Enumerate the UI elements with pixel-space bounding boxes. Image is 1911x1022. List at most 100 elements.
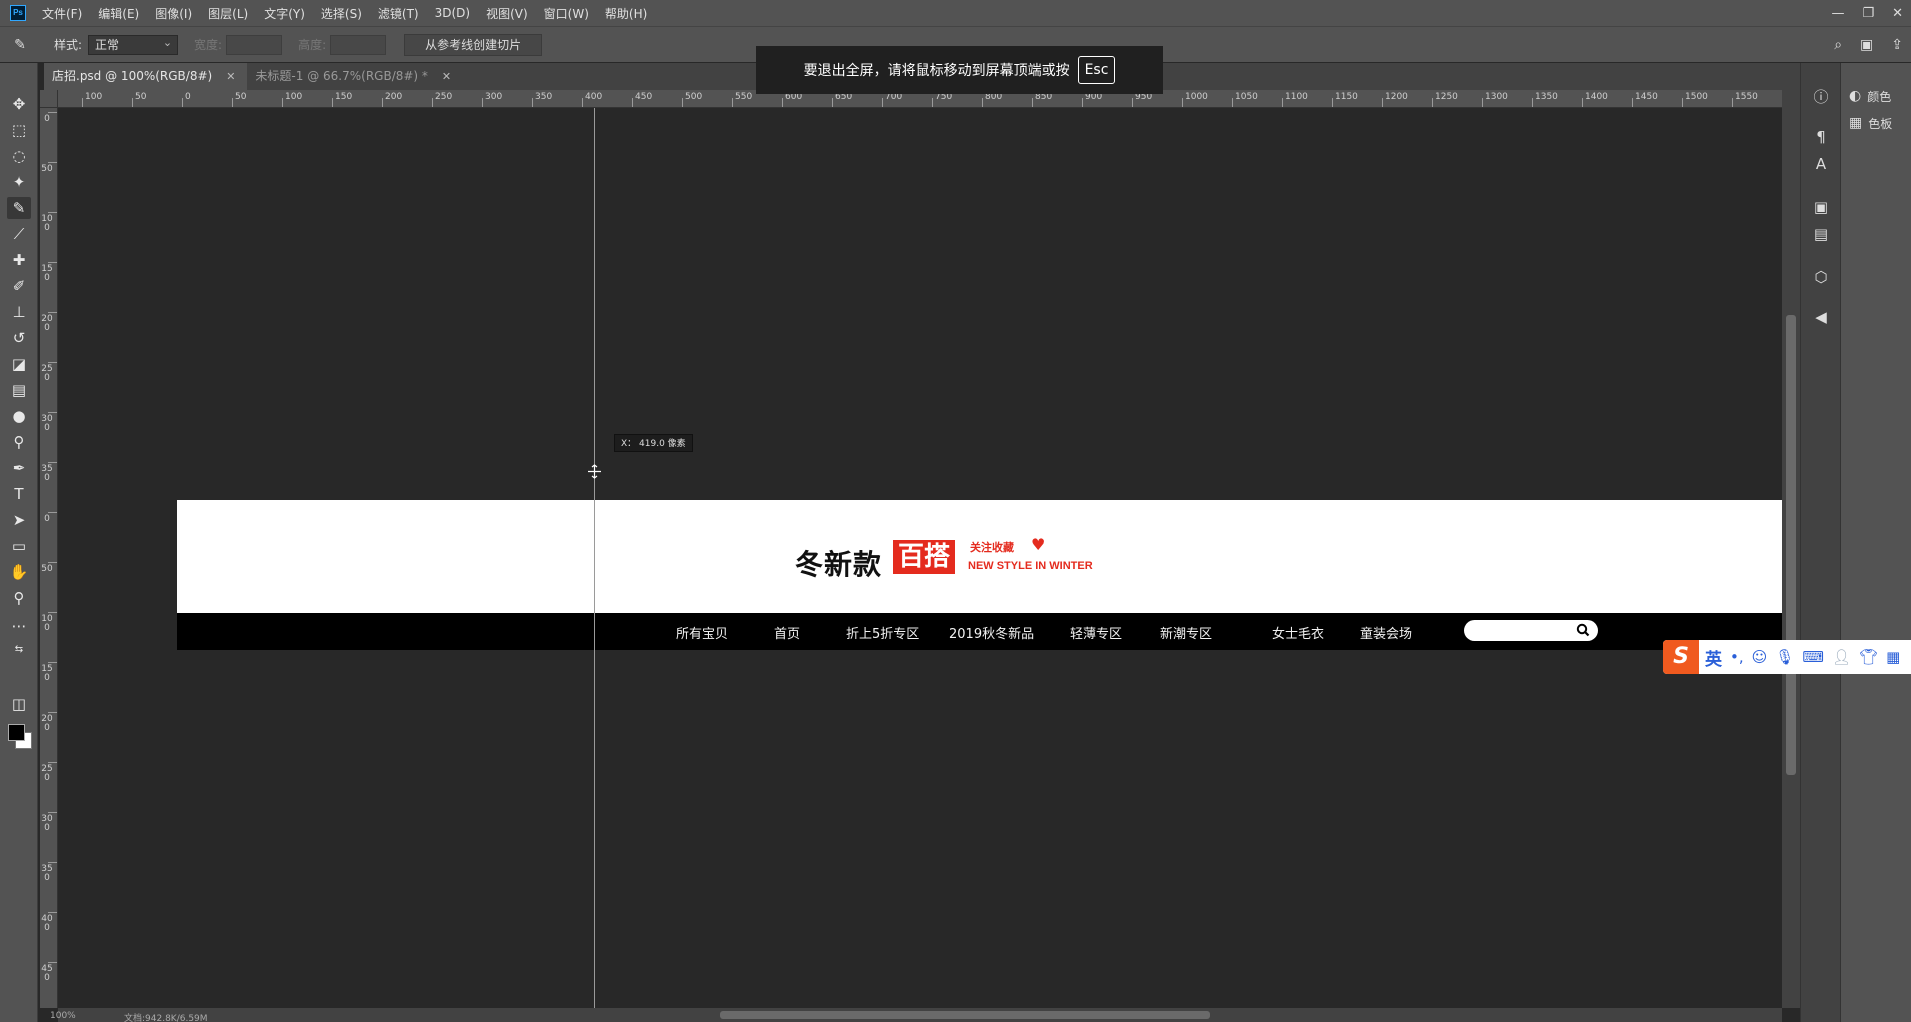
menu-help[interactable]: 帮助(H): [605, 5, 647, 22]
notes-icon[interactable]: ▤: [1809, 223, 1833, 245]
sogou-logo[interactable]: S: [1663, 640, 1699, 674]
pen-tool-icon[interactable]: ✒: [7, 457, 31, 479]
ruler-label: 250: [41, 364, 53, 383]
ruler-tick: [82, 98, 83, 107]
close-icon[interactable]: ✕: [226, 63, 235, 90]
menu-view[interactable]: 视图(V): [486, 5, 528, 22]
ruler-origin[interactable]: [40, 90, 58, 108]
ruler-tick: [1732, 98, 1733, 107]
punctuation-icon[interactable]: •,: [1730, 648, 1744, 666]
vertical-scrollbar[interactable]: [1782, 90, 1800, 1008]
lasso-tool-icon[interactable]: ◌: [7, 145, 31, 167]
magic-wand-tool-icon[interactable]: ✦: [7, 171, 31, 193]
vertical-guide[interactable]: [594, 108, 595, 1008]
gradient-tool-icon[interactable]: ▤: [7, 379, 31, 401]
ruler-label: 1150: [1335, 92, 1358, 102]
nav-item-trendy: 新潮专区: [1160, 627, 1213, 642]
ruler-tick: [1332, 98, 1333, 107]
ruler-label: 1200: [1385, 92, 1408, 102]
close-window-button[interactable]: ✕: [1892, 6, 1903, 21]
ruler-label: 200: [41, 714, 53, 733]
grid-icon[interactable]: ▦: [1886, 648, 1900, 666]
panel-color[interactable]: ◐ 颜色: [1849, 85, 1891, 107]
horizontal-scroll-thumb[interactable]: [720, 1011, 1210, 1019]
slice-tool-icon[interactable]: ✎: [7, 197, 31, 219]
guide-position-tooltip: X： 419.0 像素: [614, 434, 693, 452]
menu-3d[interactable]: 3D(D): [435, 6, 470, 20]
tab-document-2[interactable]: 未标题-1 @ 66.7%(RGB/8#) * ✕: [247, 63, 463, 90]
menu-image[interactable]: 图像(I): [155, 5, 192, 22]
search-icon[interactable]: ⌕: [1834, 37, 1842, 53]
menu-file[interactable]: 文件(F): [42, 5, 82, 22]
close-icon[interactable]: ✕: [442, 63, 451, 90]
ruler-tick: [1582, 98, 1583, 107]
ruler-label: 100: [41, 614, 53, 633]
banner-nav-bar: 所有宝贝 首页 折上5折专区 2019秋冬新品 轻薄专区 新潮专区 女士毛衣 童…: [177, 613, 1782, 650]
eraser-tool-icon[interactable]: ◪: [7, 353, 31, 375]
zoom-level[interactable]: 100%: [50, 1011, 76, 1021]
minimize-button[interactable]: —: [1831, 6, 1844, 21]
microphone-icon[interactable]: 🎙︎: [1775, 648, 1794, 666]
reset-colors-icon[interactable]: ⇆: [7, 639, 31, 661]
shirt-icon[interactable]: 👕︎: [1859, 648, 1878, 666]
height-label: 高度:: [298, 38, 327, 52]
healing-brush-tool-icon[interactable]: ✚: [7, 249, 31, 271]
panel-swatches-label: 色板: [1868, 116, 1893, 131]
measurement-icon[interactable]: ◀: [1809, 306, 1833, 328]
height-field: [330, 34, 387, 55]
quick-mask-icon[interactable]: ◫: [7, 693, 31, 715]
ruler-label: 1000: [1185, 92, 1208, 102]
ruler-label: 50: [135, 92, 147, 102]
properties-icon[interactable]: ▣: [1809, 196, 1833, 218]
panel-swatches[interactable]: ▦ 色板: [1849, 112, 1892, 134]
ruler-tick: [832, 98, 833, 107]
ruler-label: 1400: [1585, 92, 1608, 102]
vertical-ruler[interactable]: 0 50 100 150 200 250 300 350 0 50 100 150 200 250 300 3…: [40, 108, 58, 1008]
path-select-tool-icon[interactable]: ➤: [7, 509, 31, 531]
zoom-tool-icon[interactable]: ⚲: [7, 587, 31, 609]
menu-layer[interactable]: 图层(L): [208, 5, 248, 22]
user-icon[interactable]: 👤︎: [1832, 648, 1851, 666]
history-brush-tool-icon[interactable]: ↺: [7, 327, 31, 349]
more-tools-icon[interactable]: ⋯: [7, 615, 31, 637]
menu-edit[interactable]: 编辑(E): [98, 5, 139, 22]
workspace-icon[interactable]: ▣: [1860, 37, 1873, 53]
tab-document-1[interactable]: 店招.psd @ 100%(RGB/8#) ✕: [44, 63, 248, 90]
menu-window[interactable]: 窗口(W): [544, 5, 589, 22]
emoji-icon[interactable]: ☺: [1752, 648, 1768, 666]
tab-label: 未标题-1 @ 66.7%(RGB/8#) *: [255, 69, 428, 83]
eyedropper-tool-icon[interactable]: ⟋: [7, 223, 31, 245]
3d-icon[interactable]: ⬡: [1809, 266, 1833, 288]
menu-select[interactable]: 选择(S): [321, 5, 362, 22]
menu-filter[interactable]: 滤镜(T): [378, 5, 419, 22]
info-icon[interactable]: ⓘ: [1809, 86, 1833, 108]
slice-tool-preset-icon[interactable]: ✎: [0, 37, 40, 53]
vertical-scroll-thumb[interactable]: [1786, 315, 1796, 775]
stamp-tool-icon[interactable]: ⊥: [7, 301, 31, 323]
dodge-tool-icon[interactable]: ⚲: [7, 431, 31, 453]
ruler-tick: [1182, 98, 1183, 107]
type-tool-icon[interactable]: T: [7, 483, 31, 505]
keyboard-icon[interactable]: ⌨: [1802, 648, 1824, 666]
brush-tool-icon[interactable]: ✐: [7, 275, 31, 297]
hand-tool-icon[interactable]: ✋: [7, 561, 31, 583]
nav-item-home: 首页: [774, 627, 801, 642]
ruler-tick: [48, 612, 57, 613]
document-canvas[interactable]: X： 419.0 像素 冬新款 百搭 关注收藏 ♥ NEW STYLE IN W…: [58, 108, 1782, 1008]
slices-from-guides-button[interactable]: 从参考线创建切片: [404, 33, 543, 56]
foreground-color-swatch[interactable]: [8, 724, 25, 741]
ime-language-toggle[interactable]: 英: [1705, 645, 1722, 670]
ruler-label: 100: [41, 214, 53, 233]
marquee-tool-icon[interactable]: ⬚: [7, 119, 31, 141]
blur-tool-icon[interactable]: ●: [7, 405, 31, 427]
heart-icon: ♥: [1031, 535, 1046, 554]
menu-type[interactable]: 文字(Y): [264, 5, 305, 22]
paragraph-icon[interactable]: ¶: [1809, 126, 1833, 148]
move-tool-icon[interactable]: ✥: [7, 93, 31, 115]
rectangle-tool-icon[interactable]: ▭: [7, 535, 31, 557]
character-icon[interactable]: A: [1809, 153, 1833, 175]
ruler-label: 350: [41, 464, 53, 483]
restore-button[interactable]: ❐: [1862, 6, 1874, 21]
style-select[interactable]: 正常: [88, 34, 179, 55]
share-icon[interactable]: ⇪: [1891, 37, 1903, 53]
